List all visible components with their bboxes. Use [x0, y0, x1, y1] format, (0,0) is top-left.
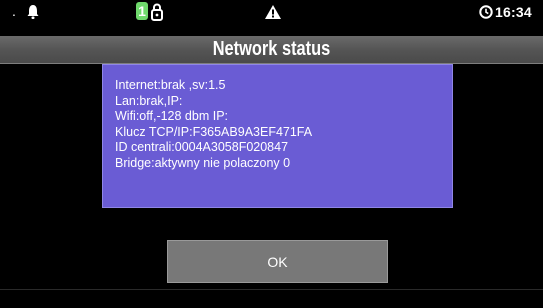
ok-button[interactable]: OK: [167, 240, 388, 283]
info-line-lan: Lan:brak,IP:: [115, 93, 183, 108]
network-info-panel: Internet:brak ,sv:1.5 Lan:brak,IP: Wifi:…: [102, 64, 453, 208]
status-dot: .: [12, 3, 16, 19]
clock-icon: [479, 2, 493, 21]
info-line-wifi: Wifi:off,-128 dbm IP:: [115, 109, 229, 123]
page-title: Network status: [212, 38, 331, 60]
info-line-tcp-key: Klucz TCP/IP:F365AB9A3EF471FA: [115, 124, 313, 139]
notification-badge: 1: [136, 2, 148, 20]
clock-time: 16:34: [495, 3, 532, 20]
info-line-bridge: Bridge:aktywny nie polaczony 0: [115, 155, 291, 170]
status-bar: . 1 16:34: [0, 0, 543, 23]
lock-icon: [151, 2, 165, 21]
title-bar: Network status: [0, 36, 543, 64]
warning-icon: [264, 2, 282, 21]
info-line-central-id: ID centrali:0004A3058F020847: [115, 140, 289, 154]
bottom-bar: [0, 289, 543, 308]
info-line-internet: Internet:brak ,sv:1.5: [115, 78, 226, 92]
bell-icon: [26, 2, 40, 21]
